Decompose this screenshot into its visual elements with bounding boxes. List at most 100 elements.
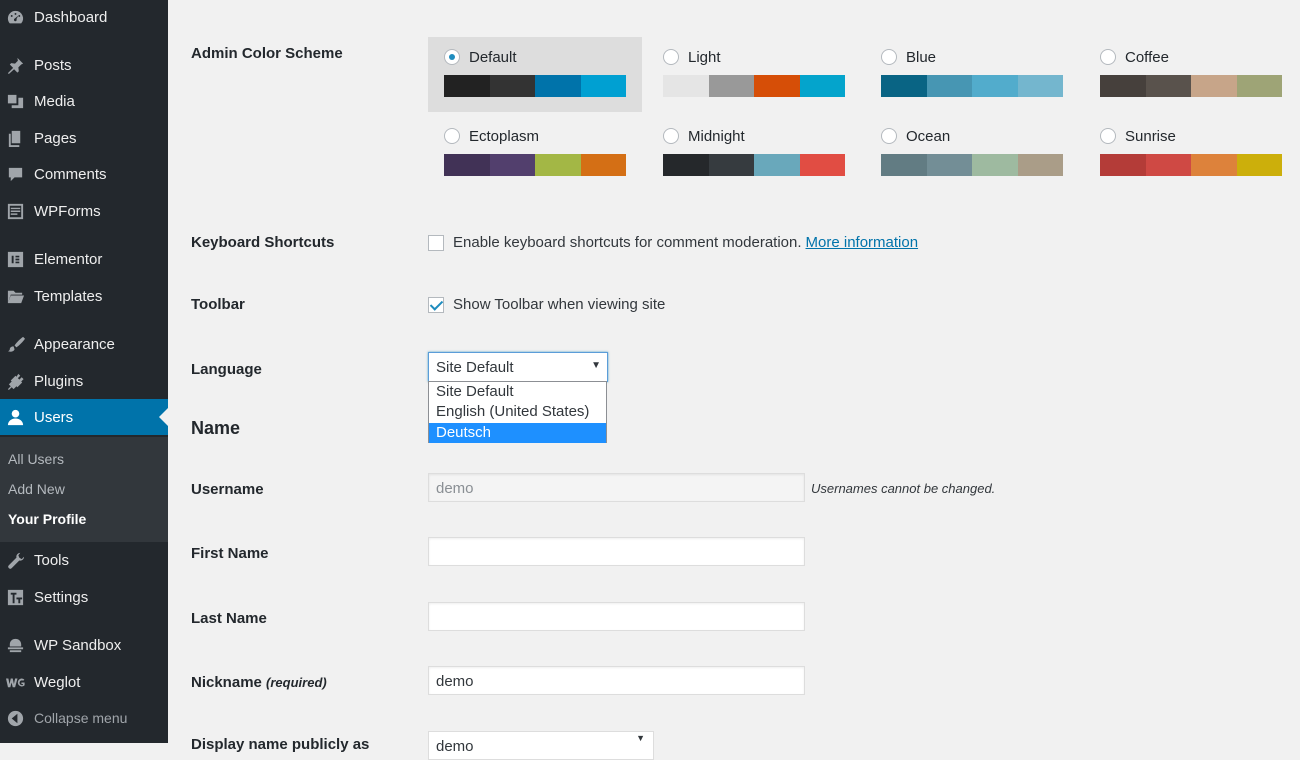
scheme-radio[interactable]: [881, 128, 897, 144]
first-name-input[interactable]: [428, 537, 805, 566]
toolbar-text: Show Toolbar when viewing site: [453, 296, 666, 313]
menu-item-wpforms[interactable]: WPForms: [0, 193, 168, 229]
menu-item-settings[interactable]: Settings: [0, 579, 168, 615]
swatch: [926, 75, 972, 97]
language-option-deutsch[interactable]: Deutsch: [429, 422, 606, 444]
scheme-light[interactable]: Light: [647, 37, 861, 112]
menu-item-comments[interactable]: Comments: [0, 156, 168, 192]
swatch: [489, 154, 535, 176]
menu-item-wp-sandbox[interactable]: WP Sandbox: [0, 627, 168, 663]
menu-label: Media: [34, 92, 75, 110]
scheme-radio[interactable]: [1100, 128, 1116, 144]
scheme-name: Blue: [906, 48, 937, 66]
language-dropdown-list: Site Default English (United States) Deu…: [428, 381, 607, 444]
sandbox-icon: [5, 635, 25, 655]
color-scheme-label: Admin Color Scheme: [191, 45, 343, 62]
swatch: [881, 154, 927, 176]
language-select[interactable]: Site Default ▼: [428, 352, 608, 382]
paintbrush-icon: [5, 334, 25, 354]
username-input: demo: [428, 473, 805, 502]
language-selected-value: Site Default: [436, 359, 514, 376]
menu-label: Tools: [34, 551, 70, 569]
nickname-input[interactable]: demo: [428, 666, 805, 695]
forms-icon: [5, 201, 25, 221]
language-option-site-default[interactable]: Site Default: [429, 382, 606, 402]
comment-icon: [5, 164, 25, 184]
swatch: [1191, 154, 1237, 176]
scheme-swatches: [444, 154, 626, 176]
name-section-heading: Name: [191, 418, 241, 438]
swatch: [1145, 75, 1191, 97]
menu-label: Dashboard: [34, 8, 108, 26]
menu-item-users[interactable]: Users: [0, 399, 168, 435]
scheme-name: Ocean: [906, 127, 951, 145]
menu-label: Settings: [34, 588, 89, 606]
submenu-add-new[interactable]: Add New: [8, 481, 65, 497]
scheme-name: Sunrise: [1125, 127, 1176, 145]
menu-item-plugins[interactable]: Plugins: [0, 363, 168, 399]
menu-label: WP Sandbox: [34, 636, 122, 654]
swatch: [1100, 75, 1146, 97]
weglot-icon: [5, 672, 25, 692]
keyboard-shortcuts-text: Enable keyboard shortcuts for comment mo…: [453, 234, 802, 251]
pages-icon: [5, 128, 25, 148]
swatch: [489, 75, 535, 97]
menu-item-templates[interactable]: Templates: [0, 278, 168, 314]
media-icon: [5, 91, 25, 111]
scheme-name: Midnight: [688, 127, 745, 145]
swatch: [972, 154, 1018, 176]
swatch: [799, 75, 845, 97]
language-label: Language: [191, 361, 262, 378]
menu-label: Pages: [34, 129, 77, 147]
menu-item-media[interactable]: Media: [0, 83, 168, 119]
toolbar-checkbox[interactable]: [428, 296, 444, 313]
nickname-label: Nickname (required): [191, 674, 327, 691]
scheme-radio[interactable]: [444, 128, 460, 144]
scheme-default[interactable]: Default: [428, 37, 642, 112]
swatch: [535, 75, 581, 97]
menu-item-appearance[interactable]: Appearance: [0, 326, 168, 362]
collapse-arrow-icon: [5, 708, 25, 728]
menu-item-dashboard[interactable]: Dashboard: [0, 0, 168, 35]
dropdown-arrow-icon: ▼: [591, 360, 601, 371]
scheme-ectoplasm[interactable]: Ectoplasm: [428, 116, 642, 191]
language-option-english-us[interactable]: English (United States): [429, 402, 606, 422]
menu-item-elementor[interactable]: Elementor: [0, 241, 168, 277]
menu-item-weglot[interactable]: Weglot: [0, 664, 168, 700]
swatch: [444, 75, 490, 97]
swatch: [754, 75, 800, 97]
display-name-select[interactable]: demo ▼: [428, 731, 654, 760]
scheme-coffee[interactable]: Coffee: [1084, 37, 1298, 112]
scheme-radio[interactable]: [444, 49, 460, 65]
swatch: [708, 75, 754, 97]
last-name-input[interactable]: [428, 602, 805, 631]
scheme-blue[interactable]: Blue: [865, 37, 1079, 112]
menu-item-tools[interactable]: Tools: [0, 542, 168, 578]
keyboard-shortcuts-label: Keyboard Shortcuts: [191, 234, 335, 251]
menu-item-pages[interactable]: Pages: [0, 120, 168, 156]
scheme-radio[interactable]: [881, 49, 897, 65]
swatch: [1100, 154, 1146, 176]
menu-item-posts[interactable]: Posts: [0, 47, 168, 83]
scheme-radio[interactable]: [663, 49, 679, 65]
scheme-midnight[interactable]: Midnight: [647, 116, 861, 191]
user-icon: [5, 407, 25, 427]
swatch: [1017, 75, 1063, 97]
menu-label: Templates: [34, 287, 103, 305]
scheme-swatches: [663, 154, 845, 176]
swatch: [444, 154, 490, 176]
more-information-link[interactable]: More information: [806, 234, 919, 251]
collapse-menu-button[interactable]: Collapse menu: [0, 700, 168, 736]
scheme-radio[interactable]: [663, 128, 679, 144]
last-name-label: Last Name: [191, 610, 267, 627]
submenu-your-profile[interactable]: Your Profile: [8, 511, 86, 527]
scheme-sunrise[interactable]: Sunrise: [1084, 116, 1298, 191]
menu-label: Weglot: [34, 673, 81, 691]
scheme-radio[interactable]: [1100, 49, 1116, 65]
keyboard-shortcuts-checkbox[interactable]: [428, 234, 444, 251]
swatch: [708, 154, 754, 176]
scheme-ocean[interactable]: Ocean: [865, 116, 1079, 191]
swatch: [663, 154, 709, 176]
submenu-all-users[interactable]: All Users: [8, 451, 64, 467]
display-name-label: Display name publicly as: [191, 736, 370, 753]
